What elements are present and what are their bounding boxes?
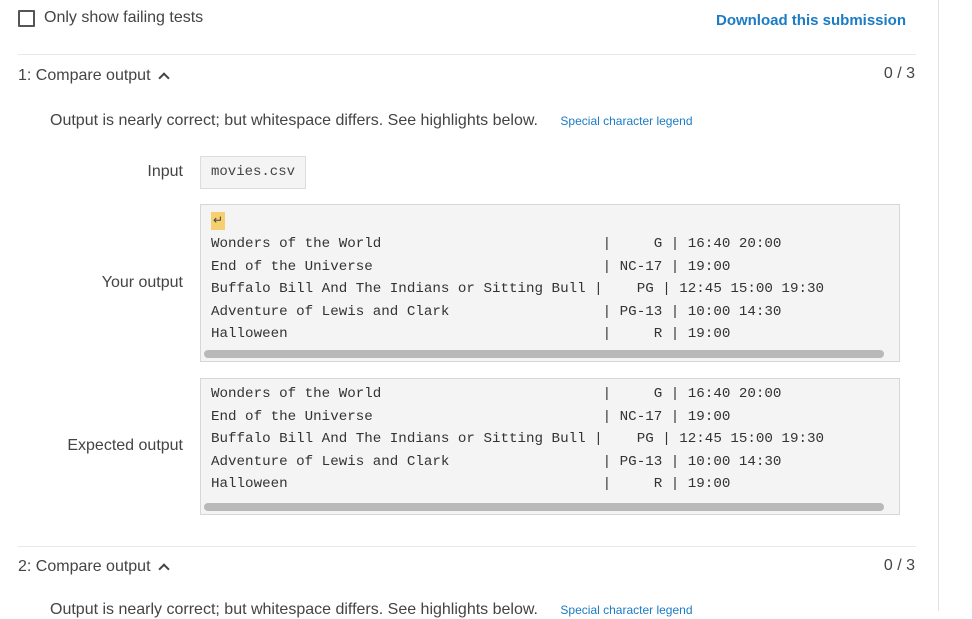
test-1-title: 1: Compare output: [18, 67, 151, 84]
newline-highlight: ↵: [211, 212, 226, 230]
expected-output-label: Expected output: [67, 437, 183, 454]
divider: [18, 54, 916, 55]
your-output-line: End of the Universe | NC-17 | 19:00: [211, 258, 731, 275]
your-output-line: Wonders of the World | G | 16:40 20:00: [211, 236, 782, 252]
expected-output-line: Adventure of Lewis and Clark | PG-13 | 1…: [211, 453, 782, 470]
divider: [18, 546, 916, 547]
expected-output-line: End of the Universe | NC-17 | 19:00: [211, 408, 731, 425]
test-1-message-row: Output is nearly correct; but whitespace…: [50, 112, 693, 130]
test-2-title: 2: Compare output: [18, 558, 151, 575]
expected-output-box: Wonders of the World | G | 16:40 20:00 E…: [200, 378, 900, 515]
your-output-box: ↵ Wonders of the World | G | 16:40 20:00…: [200, 204, 900, 362]
special-character-legend-link[interactable]: Special character legend: [560, 603, 692, 617]
expected-output-line: Halloween | R | 19:00: [211, 476, 731, 492]
your-output-label: Your output: [101, 274, 183, 291]
expected-output-scrollbar[interactable]: [204, 503, 896, 511]
download-submission-link[interactable]: Download this submission: [716, 12, 906, 29]
test-2-message-row: Output is nearly correct; but whitespace…: [50, 601, 693, 619]
your-output-scrollbar[interactable]: [204, 350, 896, 358]
expected-output-line: Buffalo Bill And The Indians or Sitting …: [211, 431, 824, 447]
newline-line: ↵: [211, 209, 899, 233]
your-output-line: Halloween | R | 19:00: [211, 326, 731, 342]
your-output-line: Buffalo Bill And The Indians or Sitting …: [211, 281, 824, 297]
special-character-legend-link[interactable]: Special character legend: [560, 114, 692, 128]
input-label: Input: [147, 163, 183, 180]
test-2-score: 0 / 3: [883, 557, 915, 574]
chevron-up-icon: [157, 563, 170, 575]
test-1-message: Output is nearly correct; but whitespace…: [50, 112, 538, 129]
test-1-header[interactable]: 1: Compare output: [18, 67, 170, 85]
expected-output-scroll-thumb[interactable]: [204, 503, 884, 511]
failing-tests-checkbox[interactable]: [18, 9, 35, 27]
failing-tests-filter[interactable]: Only show failing tests: [18, 9, 203, 27]
test-2-header[interactable]: 2: Compare output: [18, 558, 170, 576]
page-right-divider: [938, 0, 939, 611]
expected-output-line: Wonders of the World | G | 16:40 20:00: [211, 386, 782, 402]
test-1-score: 0 / 3: [883, 65, 915, 82]
failing-tests-label: Only show failing tests: [44, 9, 204, 26]
input-file-value: movies.csv: [200, 156, 307, 189]
chevron-up-icon: [157, 72, 170, 84]
your-output-line: Adventure of Lewis and Clark | PG-13 | 1…: [211, 303, 782, 320]
test-2-message: Output is nearly correct; but whitespace…: [50, 601, 538, 618]
your-output-scroll-thumb[interactable]: [204, 350, 884, 358]
